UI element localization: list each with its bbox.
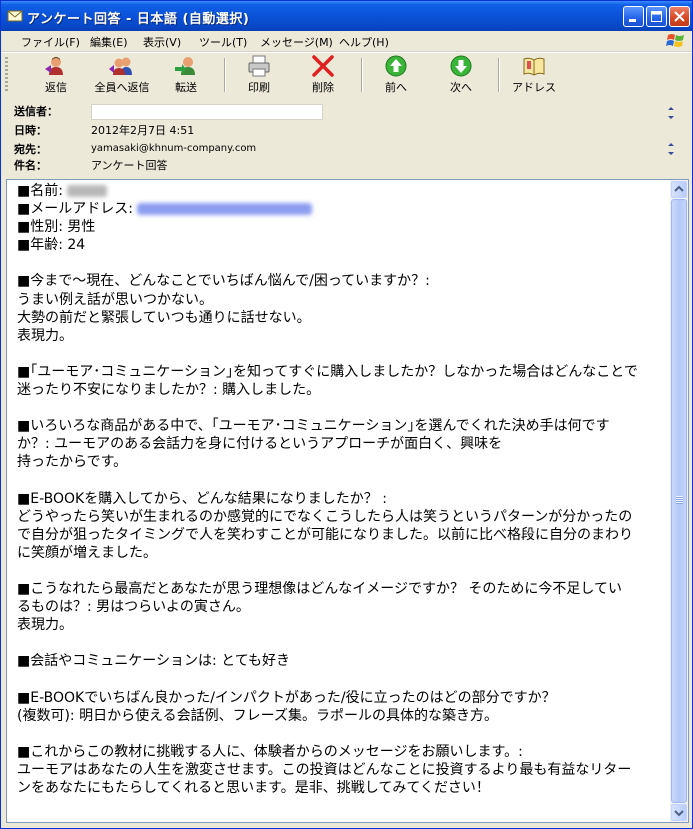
question-8: ■これからこの教材に挑戦する人に、体験者からのメッセージをお願いします。: bbox=[17, 743, 523, 760]
scroll-up-button[interactable] bbox=[671, 181, 687, 198]
delete-button[interactable]: 削除 bbox=[301, 55, 345, 95]
message-content: ■名前: ■メールアドレス: ■性別: 男性 ■年齢: 24 ■今まで～現在、ど… bbox=[17, 182, 672, 797]
question-7-line-1: ■E-BOOKでいちばん良かった/インパクトがあった/役に立ったのはどの部分です… bbox=[17, 689, 556, 706]
toolbar-grip[interactable] bbox=[5, 57, 8, 93]
window-title: アンケート回答 - 日本語 (自動選択) bbox=[27, 12, 250, 27]
message-body[interactable]: ■名前: ■メールアドレス: ■性別: 男性 ■年齢: 24 ■今まで～現在、ど… bbox=[6, 179, 689, 823]
date-value: 2012年2月7日 4:51 bbox=[91, 124, 195, 137]
answer-4-line-2: で自分が狙ったタイミングで人を笑わすことが可能になりました。以前に比べ格段に自分… bbox=[17, 526, 633, 543]
previous-button[interactable]: 前へ bbox=[376, 55, 416, 95]
minimize-icon bbox=[629, 19, 636, 22]
print-button[interactable]: 印刷 bbox=[239, 55, 279, 95]
scroll-up-arrow-icon bbox=[674, 185, 684, 192]
reply-label: 返信 bbox=[45, 81, 67, 94]
question-6: ■会話やコミュニケーションは: とても好き bbox=[17, 653, 290, 670]
question-5-line-1: ■こうなれたら最高だとあなたが思う理想像はどんなイメージですか？ そのために今不… bbox=[17, 581, 622, 598]
age-line: ■年齢: 24 bbox=[17, 237, 86, 254]
subject-label: 件名： bbox=[14, 159, 47, 172]
answer-1-line-3: 表現力。 bbox=[17, 327, 73, 344]
answer-8-line-2: ンをあなたにもたらしてくれると思います。是非、挑戦してみてください！ bbox=[17, 780, 490, 797]
printer-icon bbox=[248, 55, 270, 77]
forward-button[interactable]: 転送 bbox=[166, 55, 206, 95]
address-book-icon bbox=[523, 57, 545, 76]
arrow-up-icon bbox=[385, 55, 407, 77]
answer-4-line-1: どうやったら笑いが生まれるのか感覚的にでなくこうしたら人は笑うというパターンが分… bbox=[17, 508, 633, 525]
date-label: 日時： bbox=[14, 124, 47, 137]
name-line: ■名前: bbox=[17, 182, 672, 200]
redacted-email bbox=[137, 203, 313, 216]
message-header: 送信者： 日時： 2012年2月7日 4:51 宛先： yamasaki@khn… bbox=[1, 97, 692, 175]
redacted-name bbox=[67, 185, 108, 197]
gender-line: ■性別: 男性 bbox=[17, 219, 96, 236]
address-book-button[interactable]: アドレス bbox=[509, 55, 559, 95]
reply-all-icon bbox=[109, 57, 132, 75]
previous-label: 前へ bbox=[385, 81, 407, 94]
menu-file[interactable]: ファイル(F) bbox=[21, 34, 80, 50]
forward-label: 転送 bbox=[175, 81, 197, 94]
close-icon bbox=[674, 11, 685, 22]
question-3-line-2: か？: ユーモアのある会話力を身に付けるというアプローチが面白く、興味を bbox=[17, 436, 503, 453]
toolbar-separator bbox=[224, 58, 226, 92]
scroll-down-button[interactable] bbox=[671, 804, 687, 821]
question-1: ■今まで～現在、どんなことでいちばん悩んで/困っていますか？: bbox=[17, 273, 430, 290]
reply-all-label: 全員へ返信 bbox=[94, 81, 150, 94]
menu-bar: ファイル(F) 編集(E) 表示(V) ツール(T) メッセージ(M) ヘルプ(… bbox=[1, 31, 692, 52]
question-2-line-2: 迷ったり不安になりましたか？: 購入しました。 bbox=[17, 382, 321, 399]
menu-view[interactable]: 表示(V) bbox=[143, 34, 181, 50]
answer-1-line-1: うまい例え話が思いつかない。 bbox=[17, 291, 213, 308]
menu-tools[interactable]: ツール(T) bbox=[199, 34, 247, 50]
minimize-button[interactable] bbox=[623, 6, 644, 27]
scroll-down-arrow-icon bbox=[674, 810, 684, 817]
arrow-down-icon bbox=[450, 55, 472, 77]
answer-8-line-1: ユーモアはあなたの人生を激変させます。この投資はどんなことに投資するより最も有益… bbox=[17, 762, 632, 778]
next-label: 次へ bbox=[450, 81, 472, 94]
close-button[interactable] bbox=[669, 6, 690, 27]
toolbar-separator bbox=[498, 58, 500, 92]
windows-flag-icon bbox=[666, 34, 684, 47]
reply-all-button[interactable]: 全員へ返信 bbox=[91, 55, 153, 95]
answer-1-line-2: 大勢の前だと緊張していつも通りに話せない。 bbox=[17, 309, 311, 326]
maximize-icon bbox=[651, 11, 662, 22]
maximize-button[interactable] bbox=[646, 6, 667, 27]
scroll-thumb[interactable] bbox=[671, 199, 687, 803]
print-label: 印刷 bbox=[248, 81, 270, 94]
delete-x-icon bbox=[312, 55, 334, 77]
toolbar: 返信 全員へ返信 転送 印刷 削除 前へ 次へ アドレス bbox=[1, 52, 692, 98]
title-bar[interactable]: アンケート回答 - 日本語 (自動選択) bbox=[1, 1, 692, 31]
question-3-line-3: 持ったからです。 bbox=[17, 454, 128, 471]
answer-4-line-3: に笑顔が増えました。 bbox=[17, 544, 157, 561]
menu-help[interactable]: ヘルプ(H) bbox=[339, 34, 389, 50]
subject-value: アンケート回答 bbox=[91, 159, 168, 172]
next-button[interactable]: 次へ bbox=[441, 55, 481, 95]
from-label: 送信者： bbox=[14, 105, 58, 118]
question-5-line-2: るものは？: 男はつらいよの寅さん。 bbox=[17, 599, 250, 616]
to-label: 宛先： bbox=[14, 143, 47, 156]
question-3-line-1: ■いろいろな商品がある中で、｢ユーモア･コミュニケーション｣を選んでくれた決め手… bbox=[17, 418, 610, 435]
menu-edit[interactable]: 編集(E) bbox=[90, 34, 128, 50]
forward-icon bbox=[175, 57, 195, 75]
toolbar-separator bbox=[361, 58, 363, 92]
reply-icon bbox=[45, 57, 63, 75]
question-2-line-1: ■｢ユーモア･コミュニケーション｣を知ってすぐに購入しましたか？しなかった場合は… bbox=[17, 363, 638, 380]
from-value bbox=[91, 104, 323, 120]
reply-button[interactable]: 返信 bbox=[31, 55, 81, 95]
menu-message[interactable]: メッセージ(M) bbox=[260, 34, 333, 50]
envelope-icon bbox=[7, 10, 23, 22]
delete-label: 削除 bbox=[312, 81, 334, 94]
answer-5-line-3: 表現力。 bbox=[17, 617, 73, 634]
message-window: アンケート回答 - 日本語 (自動選択) ファイル(F) 編集(E) 表示(V)… bbox=[0, 0, 693, 829]
to-value: yamasaki@khnum-company.com bbox=[91, 143, 257, 154]
question-4: ■E-BOOKを購入してから、どんな結果になりましたか？ : bbox=[17, 490, 387, 507]
email-line: ■メールアドレス: bbox=[17, 200, 672, 218]
expand-from-icon[interactable] bbox=[663, 104, 679, 122]
vertical-scrollbar[interactable] bbox=[670, 180, 688, 822]
address-label: アドレス bbox=[512, 81, 556, 94]
expand-to-icon[interactable] bbox=[663, 140, 679, 158]
question-7-line-2: (複数可): 明日から使える会話例、フレーズ集。ラポールの具体的な築き方。 bbox=[17, 707, 498, 724]
